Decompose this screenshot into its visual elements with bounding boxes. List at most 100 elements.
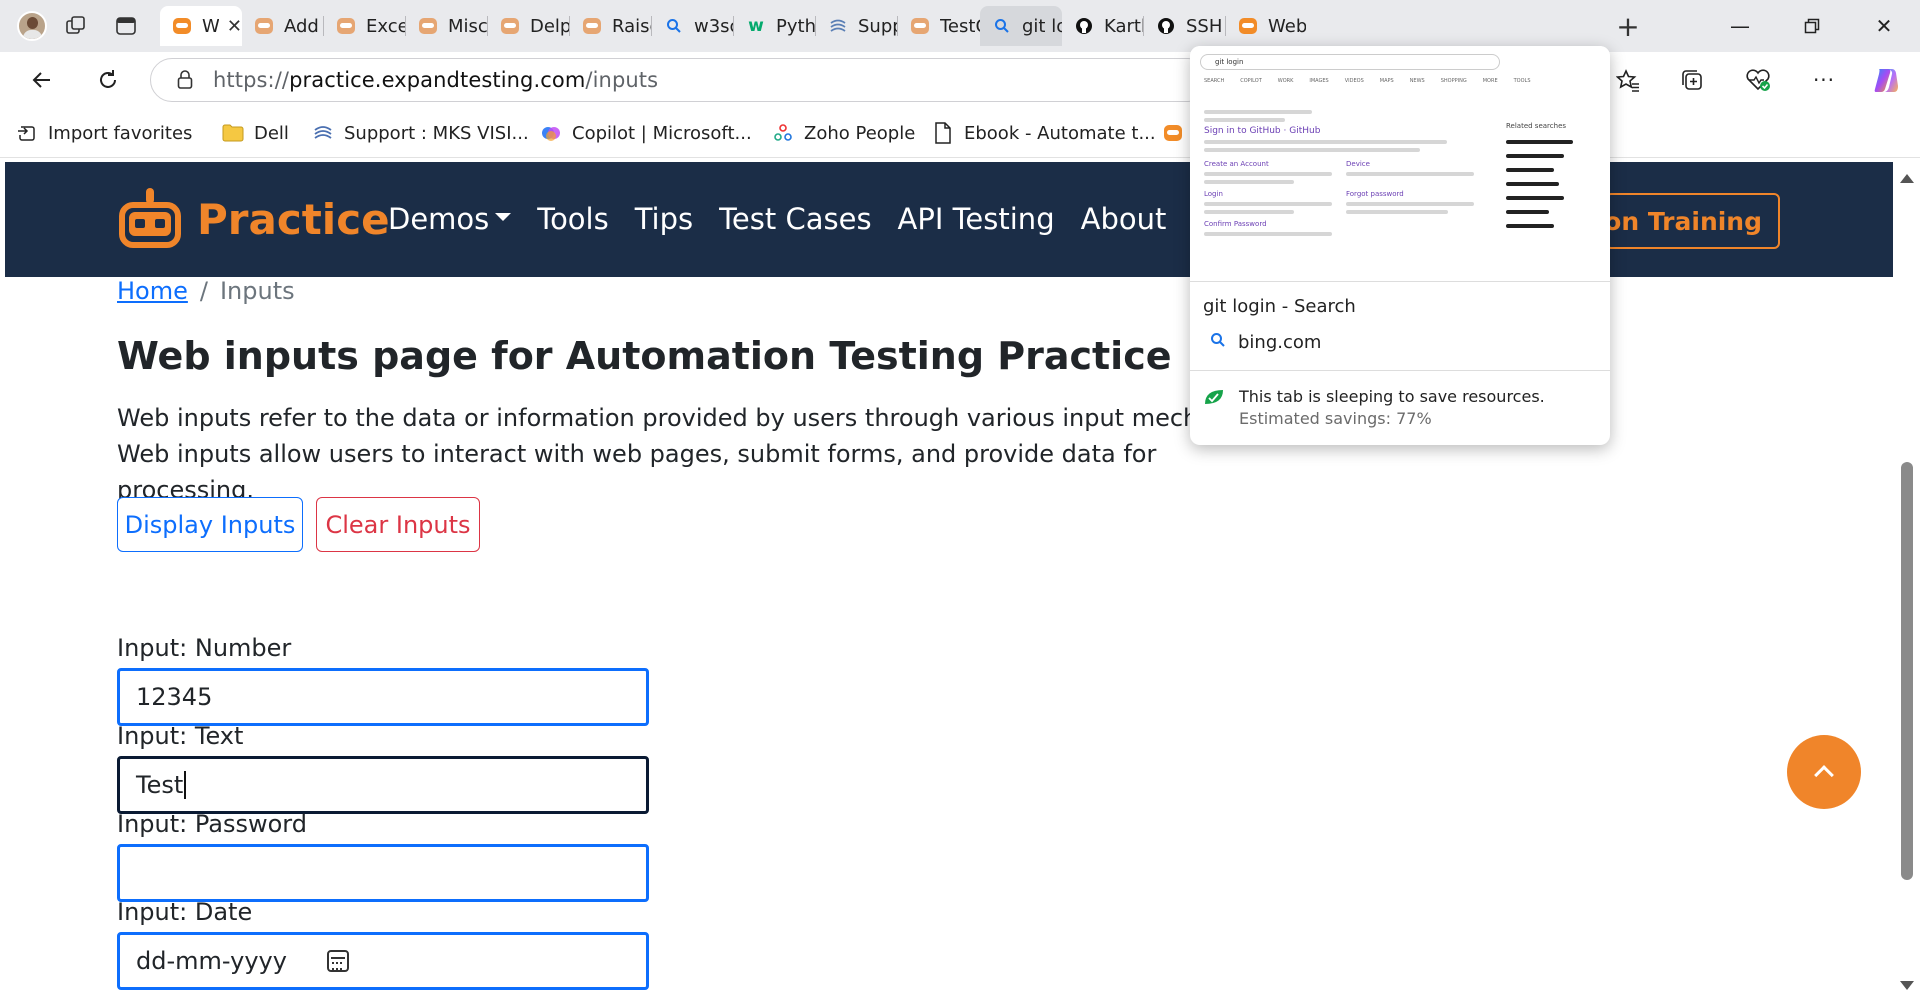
scroll-up-arrow-icon[interactable] (1900, 174, 1914, 183)
tab-hover-card: git login SEARCH COPILOT WORK IMAGES VIDEOS M… (1190, 46, 1610, 445)
refresh-icon[interactable] (88, 60, 128, 100)
github-icon (1074, 16, 1094, 36)
tab-title: Delph (530, 15, 570, 37)
bookmark-label: Dell (254, 122, 289, 144)
tab-title: TestCa (940, 15, 980, 37)
scrollbar-thumb[interactable] (1901, 462, 1913, 880)
nav-api-testing[interactable]: API Testing (898, 202, 1055, 236)
window-controls: — ✕ (1704, 0, 1920, 52)
browser-essentials-icon[interactable] (1738, 60, 1778, 100)
preview-result: Sign in to GitHub · GitHub Create an Acc… (1204, 106, 1474, 240)
breadcrumb-home[interactable]: Home (117, 277, 188, 305)
practice-mascot-icon (172, 16, 192, 36)
tab[interactable]: SSH a (1144, 6, 1226, 46)
search-icon (1210, 332, 1226, 353)
robot-logo-icon (115, 188, 185, 250)
brand-name: Practice (197, 194, 390, 244)
collections-icon[interactable] (1672, 60, 1712, 100)
clear-inputs-button[interactable]: Clear Inputs (316, 497, 480, 552)
tab[interactable]: Miscel (406, 6, 488, 46)
lock-icon[interactable] (175, 70, 195, 90)
favorites-bar: Import favorites Dell Support : MKS VISI… (0, 108, 1920, 158)
search-icon (992, 16, 1012, 36)
favorites-icon[interactable] (1608, 60, 1648, 100)
bookmark-zoho-people[interactable]: Zoho People (772, 120, 915, 146)
bookmark-label: Ebook - Automate t... (964, 122, 1156, 144)
text-caret (184, 771, 187, 799)
nav-tools[interactable]: Tools (537, 202, 608, 236)
tab[interactable]: Add U (242, 6, 324, 46)
support-icon (312, 122, 334, 144)
tab[interactable]: Except (324, 6, 406, 46)
minimize-icon[interactable]: — (1704, 0, 1776, 52)
tab[interactable]: w3sch (652, 6, 734, 46)
nav-tips[interactable]: Tips (635, 202, 693, 236)
search-icon (664, 16, 684, 36)
practice-mascot-icon (910, 16, 930, 36)
support-icon (828, 16, 848, 36)
tab-hovered[interactable]: git log (980, 6, 1062, 46)
practice-mascot-icon (500, 16, 520, 36)
sleeping-tab-icon (1203, 388, 1225, 406)
bookmark-dell[interactable]: Dell (222, 120, 289, 146)
practice-mascot-icon (336, 16, 356, 36)
sleeping-tab-notice: This tab is sleeping to save resources. … (1203, 386, 1545, 430)
date-input[interactable]: dd-mm-yyyy (117, 932, 649, 990)
page-title: Web inputs page for Automation Testing P… (117, 334, 1172, 378)
bookmark-import-favorites[interactable]: Import favorites (16, 120, 192, 146)
practice-mascot-icon (582, 16, 602, 36)
tab[interactable]: w Pythor (734, 6, 816, 46)
display-inputs-button[interactable]: Display Inputs (117, 497, 303, 552)
page-scrollbar[interactable] (1893, 162, 1920, 1002)
preview-search-box: git login (1200, 54, 1500, 70)
caret-down-icon (495, 213, 512, 221)
tab[interactable]: Suppc (816, 6, 898, 46)
text-input[interactable]: Test (117, 756, 649, 814)
tab-title: Raise I (612, 15, 652, 37)
tab-title: w3sch (694, 15, 734, 37)
bookmark-label: Support : MKS VISI... (344, 122, 529, 144)
tab-active[interactable]: W ✕ (160, 6, 242, 46)
close-window-icon[interactable]: ✕ (1848, 0, 1920, 52)
bookmark-copilot[interactable]: Copilot | Microsoft... (540, 120, 752, 146)
workspaces-icon[interactable] (56, 6, 96, 46)
restore-icon[interactable] (1776, 0, 1848, 52)
site-navbar: Practice Demos Tools Tips Test Cases API… (5, 162, 1895, 277)
copilot-icon[interactable] (1866, 60, 1906, 100)
nav-test-cases[interactable]: Test Cases (719, 202, 871, 236)
zoho-icon (772, 122, 794, 144)
vertical-tabs-icon[interactable] (106, 6, 146, 46)
bookmark-label: Copilot | Microsoft... (572, 122, 752, 144)
scroll-to-top-button[interactable] (1787, 735, 1861, 809)
tab[interactable]: Delph (488, 6, 570, 46)
calendar-icon[interactable] (326, 950, 349, 972)
nav-about[interactable]: About (1081, 202, 1167, 236)
profile-avatar[interactable] (12, 6, 52, 46)
url-text: https://practice.expandtesting.com/input… (213, 68, 659, 92)
tab[interactable]: TestCa (898, 6, 980, 46)
new-tab-icon[interactable]: + (1608, 6, 1648, 46)
breadcrumb: Home / Inputs (117, 277, 295, 305)
close-tab-icon[interactable]: ✕ (227, 16, 242, 37)
practice-mascot-icon (254, 16, 274, 36)
more-options-icon[interactable]: ··· (1804, 60, 1844, 100)
divider (1190, 370, 1610, 371)
address-bar[interactable]: https://practice.expandtesting.com/input… (150, 58, 1210, 102)
training-button[interactable]: ation Training (1605, 193, 1780, 249)
number-input[interactable]: 12345 (117, 668, 649, 726)
bookmark-support[interactable]: Support : MKS VISI... (312, 120, 529, 146)
page-viewport: Practice Demos Tools Tips Test Cases API… (5, 162, 1895, 1002)
nav-demos[interactable]: Demos (388, 202, 512, 236)
tab-title: Suppc (858, 15, 898, 37)
back-icon[interactable] (22, 60, 62, 100)
scroll-down-arrow-icon[interactable] (1900, 981, 1914, 990)
tab[interactable]: Web i (1226, 6, 1306, 46)
password-input[interactable] (117, 844, 649, 902)
tab[interactable]: Raise I (570, 6, 652, 46)
site-logo[interactable]: Practice (115, 188, 390, 250)
tab-title: Miscel (448, 15, 488, 37)
tab-title: Add U (284, 15, 324, 37)
tab[interactable]: Karthi (1062, 6, 1144, 46)
chevron-up-icon (1814, 765, 1834, 785)
bookmark-ebook[interactable]: Ebook - Automate t... (932, 120, 1156, 146)
